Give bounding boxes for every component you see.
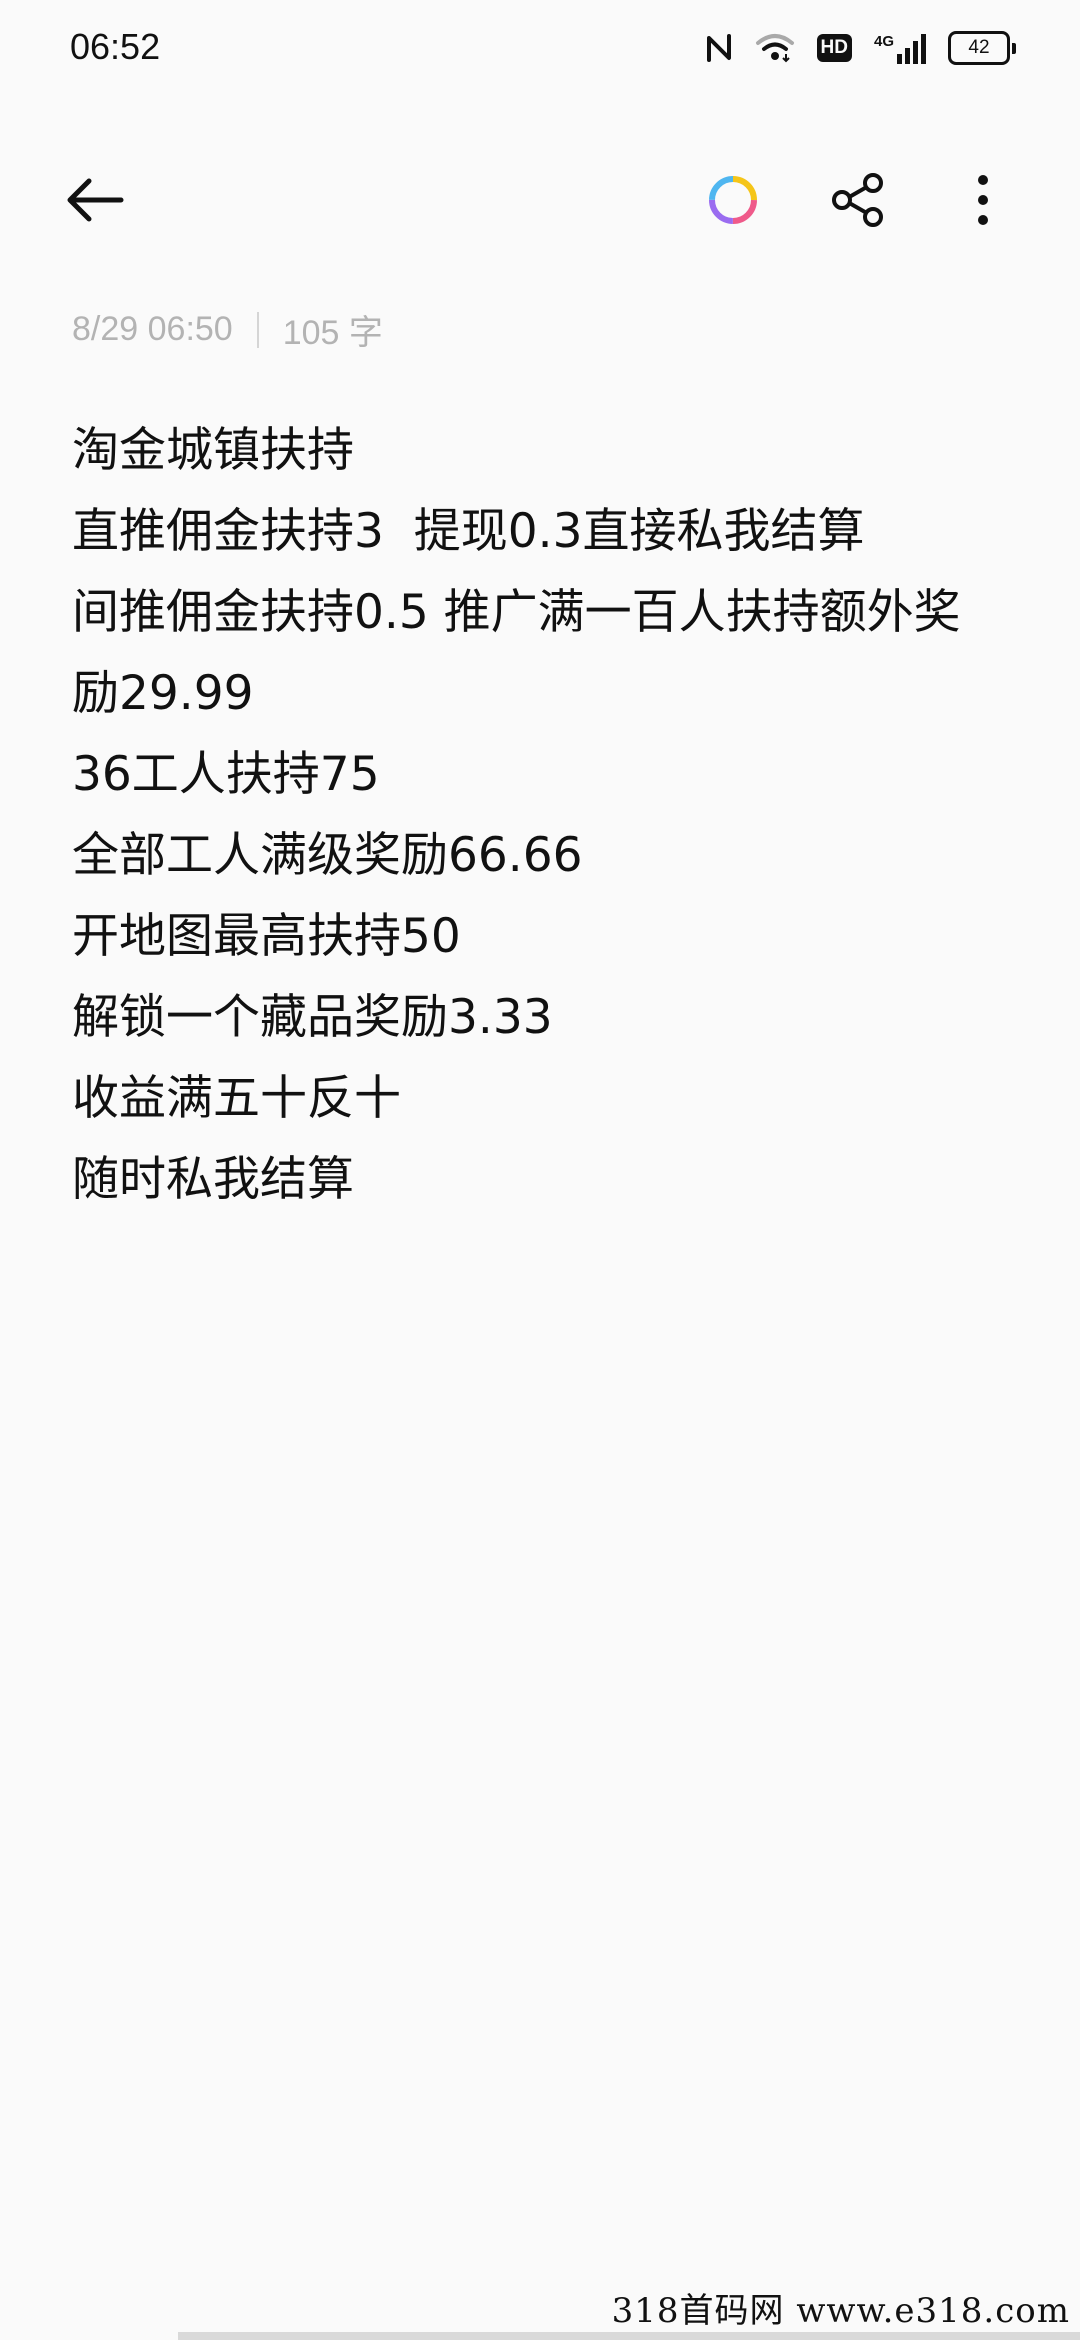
share-icon [832,173,883,227]
note-line: 收益满五十反十 [72,1071,401,1126]
status-time: 06:52 [70,26,161,67]
4g-signal-icon: 4G [874,32,926,64]
back-button[interactable] [50,155,140,245]
note-toolbar [0,150,1080,250]
arrow-left-icon [67,178,124,222]
wifi-icon [755,32,795,64]
more-options-button[interactable] [938,155,1028,245]
vertical-dots-icon [978,175,988,225]
note-date: 8/29 06:50 [72,310,233,348]
note-line: 解锁一个藏品奖励3.33 [72,990,553,1045]
note-line: 随时私我结算 [72,1152,354,1207]
note-line: 间推佣金扶持0.5 推广满一百人扶持额外奖励29.99 [72,585,961,721]
note-content[interactable]: 淘金城镇扶持 直推佣金扶持3 提现0.3直接私我结算 间推佣金扶持0.5 推广满… [72,410,992,1220]
note-line: 开地图最高扶持50 [72,909,461,964]
battery-level: 42 [968,37,990,58]
battery-icon: 42 [948,31,1016,65]
theme-color-button[interactable] [688,155,778,245]
status-bar: 06:52 HD 4G 42 [0,0,1080,96]
hd-badge: HD [816,34,852,62]
bottom-scroll-line [178,2332,1080,2340]
share-button[interactable] [813,155,903,245]
watermark: 318首码网 www.e318.com [611,2291,1070,2331]
word-count: 105 字 [282,314,383,352]
note-line: 全部工人满级奖励66.66 [72,828,583,883]
nfc-icon [705,32,733,64]
meta-divider [256,311,259,348]
note-meta: 8/29 06:50 105 字 [72,305,383,354]
note-line: 36工人扶持75 [72,747,380,802]
network-label: 4G [873,33,894,50]
color-ring-icon [709,176,757,224]
note-line: 淘金城镇扶持 [72,423,354,478]
note-line: 直推佣金扶持3 提现0.3直接私我结算 [72,504,865,559]
status-icons: HD 4G 42 [705,26,1016,70]
